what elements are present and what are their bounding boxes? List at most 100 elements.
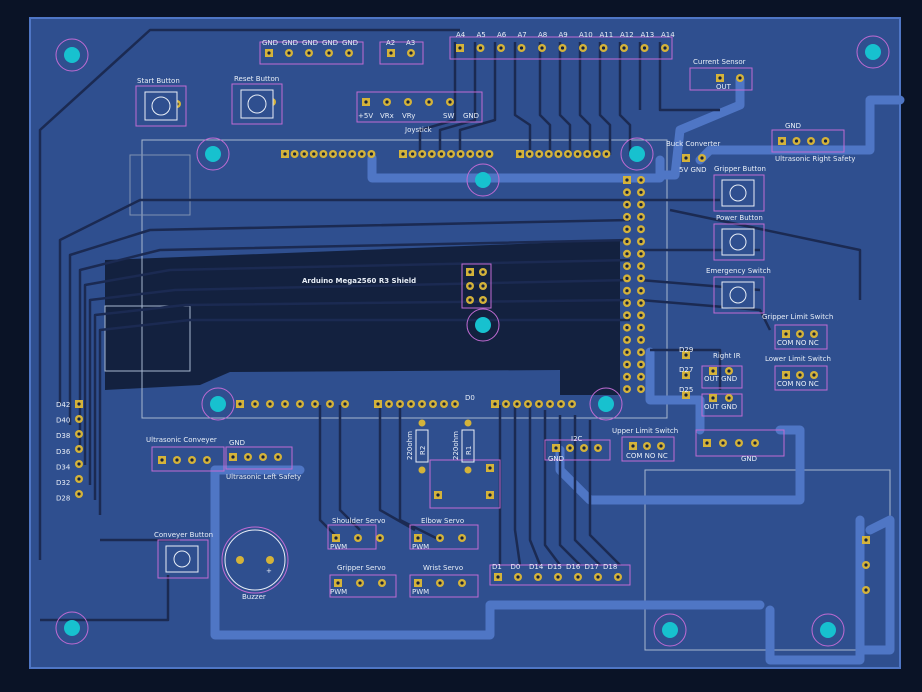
icsp-pad bbox=[479, 268, 487, 276]
label-pwm-1: PWM bbox=[330, 543, 347, 551]
analog-pad bbox=[558, 44, 567, 52]
header-pad bbox=[637, 212, 645, 221]
left-d-label: D32 bbox=[56, 479, 70, 487]
analog-pad bbox=[599, 44, 608, 52]
left-d-label: D38 bbox=[56, 432, 70, 440]
header-pad bbox=[637, 237, 645, 246]
label-reset-button: Reset Button bbox=[234, 75, 279, 83]
header-pad bbox=[623, 274, 631, 283]
i2c-pad bbox=[594, 444, 602, 452]
analog-pad bbox=[517, 44, 526, 52]
analog-pad bbox=[407, 49, 415, 57]
header-pad bbox=[385, 400, 393, 408]
servo-pad bbox=[334, 579, 342, 587]
header-pad bbox=[623, 348, 631, 357]
connector-pad bbox=[862, 561, 870, 569]
analog-pad bbox=[661, 44, 669, 52]
bottom-d-label: D16 bbox=[566, 563, 581, 571]
header-pad bbox=[236, 400, 244, 408]
header-pad bbox=[554, 150, 563, 158]
header-pad bbox=[338, 150, 347, 158]
ir-pad bbox=[725, 367, 733, 375]
ultrasonic-pad bbox=[158, 456, 166, 464]
header-pad bbox=[637, 188, 645, 197]
header-pad bbox=[623, 372, 631, 381]
header-pad bbox=[399, 150, 407, 158]
header-pad bbox=[429, 400, 437, 408]
label-d0-header: D0 bbox=[465, 394, 475, 402]
d-pad bbox=[614, 573, 622, 581]
header-pad bbox=[348, 150, 357, 158]
header-pad bbox=[296, 400, 304, 408]
header-pad bbox=[623, 286, 631, 295]
label-out: OUT bbox=[716, 83, 732, 91]
analog-pad bbox=[387, 49, 395, 57]
bottom-d-label: D15 bbox=[548, 563, 562, 571]
left-d-pad bbox=[75, 475, 83, 483]
left-d-pad bbox=[75, 430, 83, 438]
header-pad bbox=[407, 400, 415, 408]
limit-pad bbox=[782, 371, 790, 379]
label-shoulder-servo: Shoulder Servo bbox=[332, 517, 385, 525]
buck-pad bbox=[698, 154, 706, 162]
icsp-pad bbox=[466, 282, 474, 290]
servo-pad bbox=[354, 534, 362, 542]
joystick-pin-label: GND bbox=[463, 112, 479, 120]
header-pad bbox=[319, 150, 328, 158]
header-pad bbox=[602, 150, 611, 158]
limit-pad bbox=[810, 330, 818, 338]
header-pad bbox=[502, 400, 510, 408]
header-pad bbox=[491, 400, 499, 408]
misc-pad bbox=[434, 491, 442, 499]
ultrasonic-pad bbox=[229, 453, 237, 461]
header-pad bbox=[251, 400, 259, 408]
servo-pad bbox=[436, 534, 444, 542]
label-buck-pins: 5V GND bbox=[679, 166, 707, 174]
header-pad bbox=[573, 150, 582, 158]
header-pad bbox=[281, 150, 289, 158]
header-pad bbox=[516, 150, 524, 158]
ultrasonic-pad bbox=[203, 456, 211, 464]
header-pad bbox=[623, 188, 631, 197]
connector-pad bbox=[862, 586, 870, 594]
limit-pad bbox=[782, 330, 790, 338]
analog-header-label: A6 bbox=[497, 31, 507, 39]
limit-pad bbox=[643, 442, 651, 450]
servo-pad bbox=[414, 534, 422, 542]
gnd-header-label: GND bbox=[342, 39, 358, 47]
buzzer: + bbox=[221, 526, 289, 594]
label-gripper-button: Gripper Button bbox=[714, 165, 766, 173]
label-pwm-4: PWM bbox=[412, 588, 429, 596]
i2c-pad bbox=[566, 444, 574, 452]
servo-pad bbox=[376, 534, 384, 542]
analog-header-label: A12 bbox=[620, 31, 634, 39]
label-elbow-servo: Elbow Servo bbox=[421, 517, 464, 525]
ultrasonic-pad bbox=[792, 137, 801, 145]
header-pad bbox=[623, 262, 631, 271]
bottom-d-label: D14 bbox=[529, 563, 544, 571]
label-right-ir: Right IR bbox=[713, 352, 741, 360]
label-ultrasonic-left: Ultrasonic Left Safety bbox=[226, 473, 301, 481]
analog-pad bbox=[538, 44, 546, 52]
servo-pad bbox=[332, 534, 340, 542]
gnd-pad bbox=[285, 49, 293, 57]
label-right-ir-pins: OUT GND bbox=[704, 375, 737, 383]
header-pad bbox=[418, 150, 427, 158]
header-pad bbox=[525, 150, 534, 158]
right-d-label: D29 bbox=[679, 346, 693, 354]
header-pad bbox=[266, 400, 274, 408]
label-upper-limit-pins: COM NO NC bbox=[626, 452, 668, 460]
gnd-pad bbox=[345, 49, 353, 57]
label-i2c-gnd: GND bbox=[548, 455, 564, 463]
header-pad bbox=[396, 400, 404, 408]
joystick-pad bbox=[404, 98, 412, 106]
analog-header-label: A4 bbox=[456, 31, 466, 39]
ultrasonic-pad bbox=[173, 456, 181, 464]
i2c-pad bbox=[552, 444, 560, 452]
header-pad bbox=[623, 237, 631, 246]
gnd-pad bbox=[325, 49, 333, 57]
sensor-pad bbox=[736, 74, 744, 82]
connector-pad bbox=[862, 536, 870, 544]
analog-header-label: A13 bbox=[641, 31, 655, 39]
header-pad bbox=[466, 150, 475, 158]
